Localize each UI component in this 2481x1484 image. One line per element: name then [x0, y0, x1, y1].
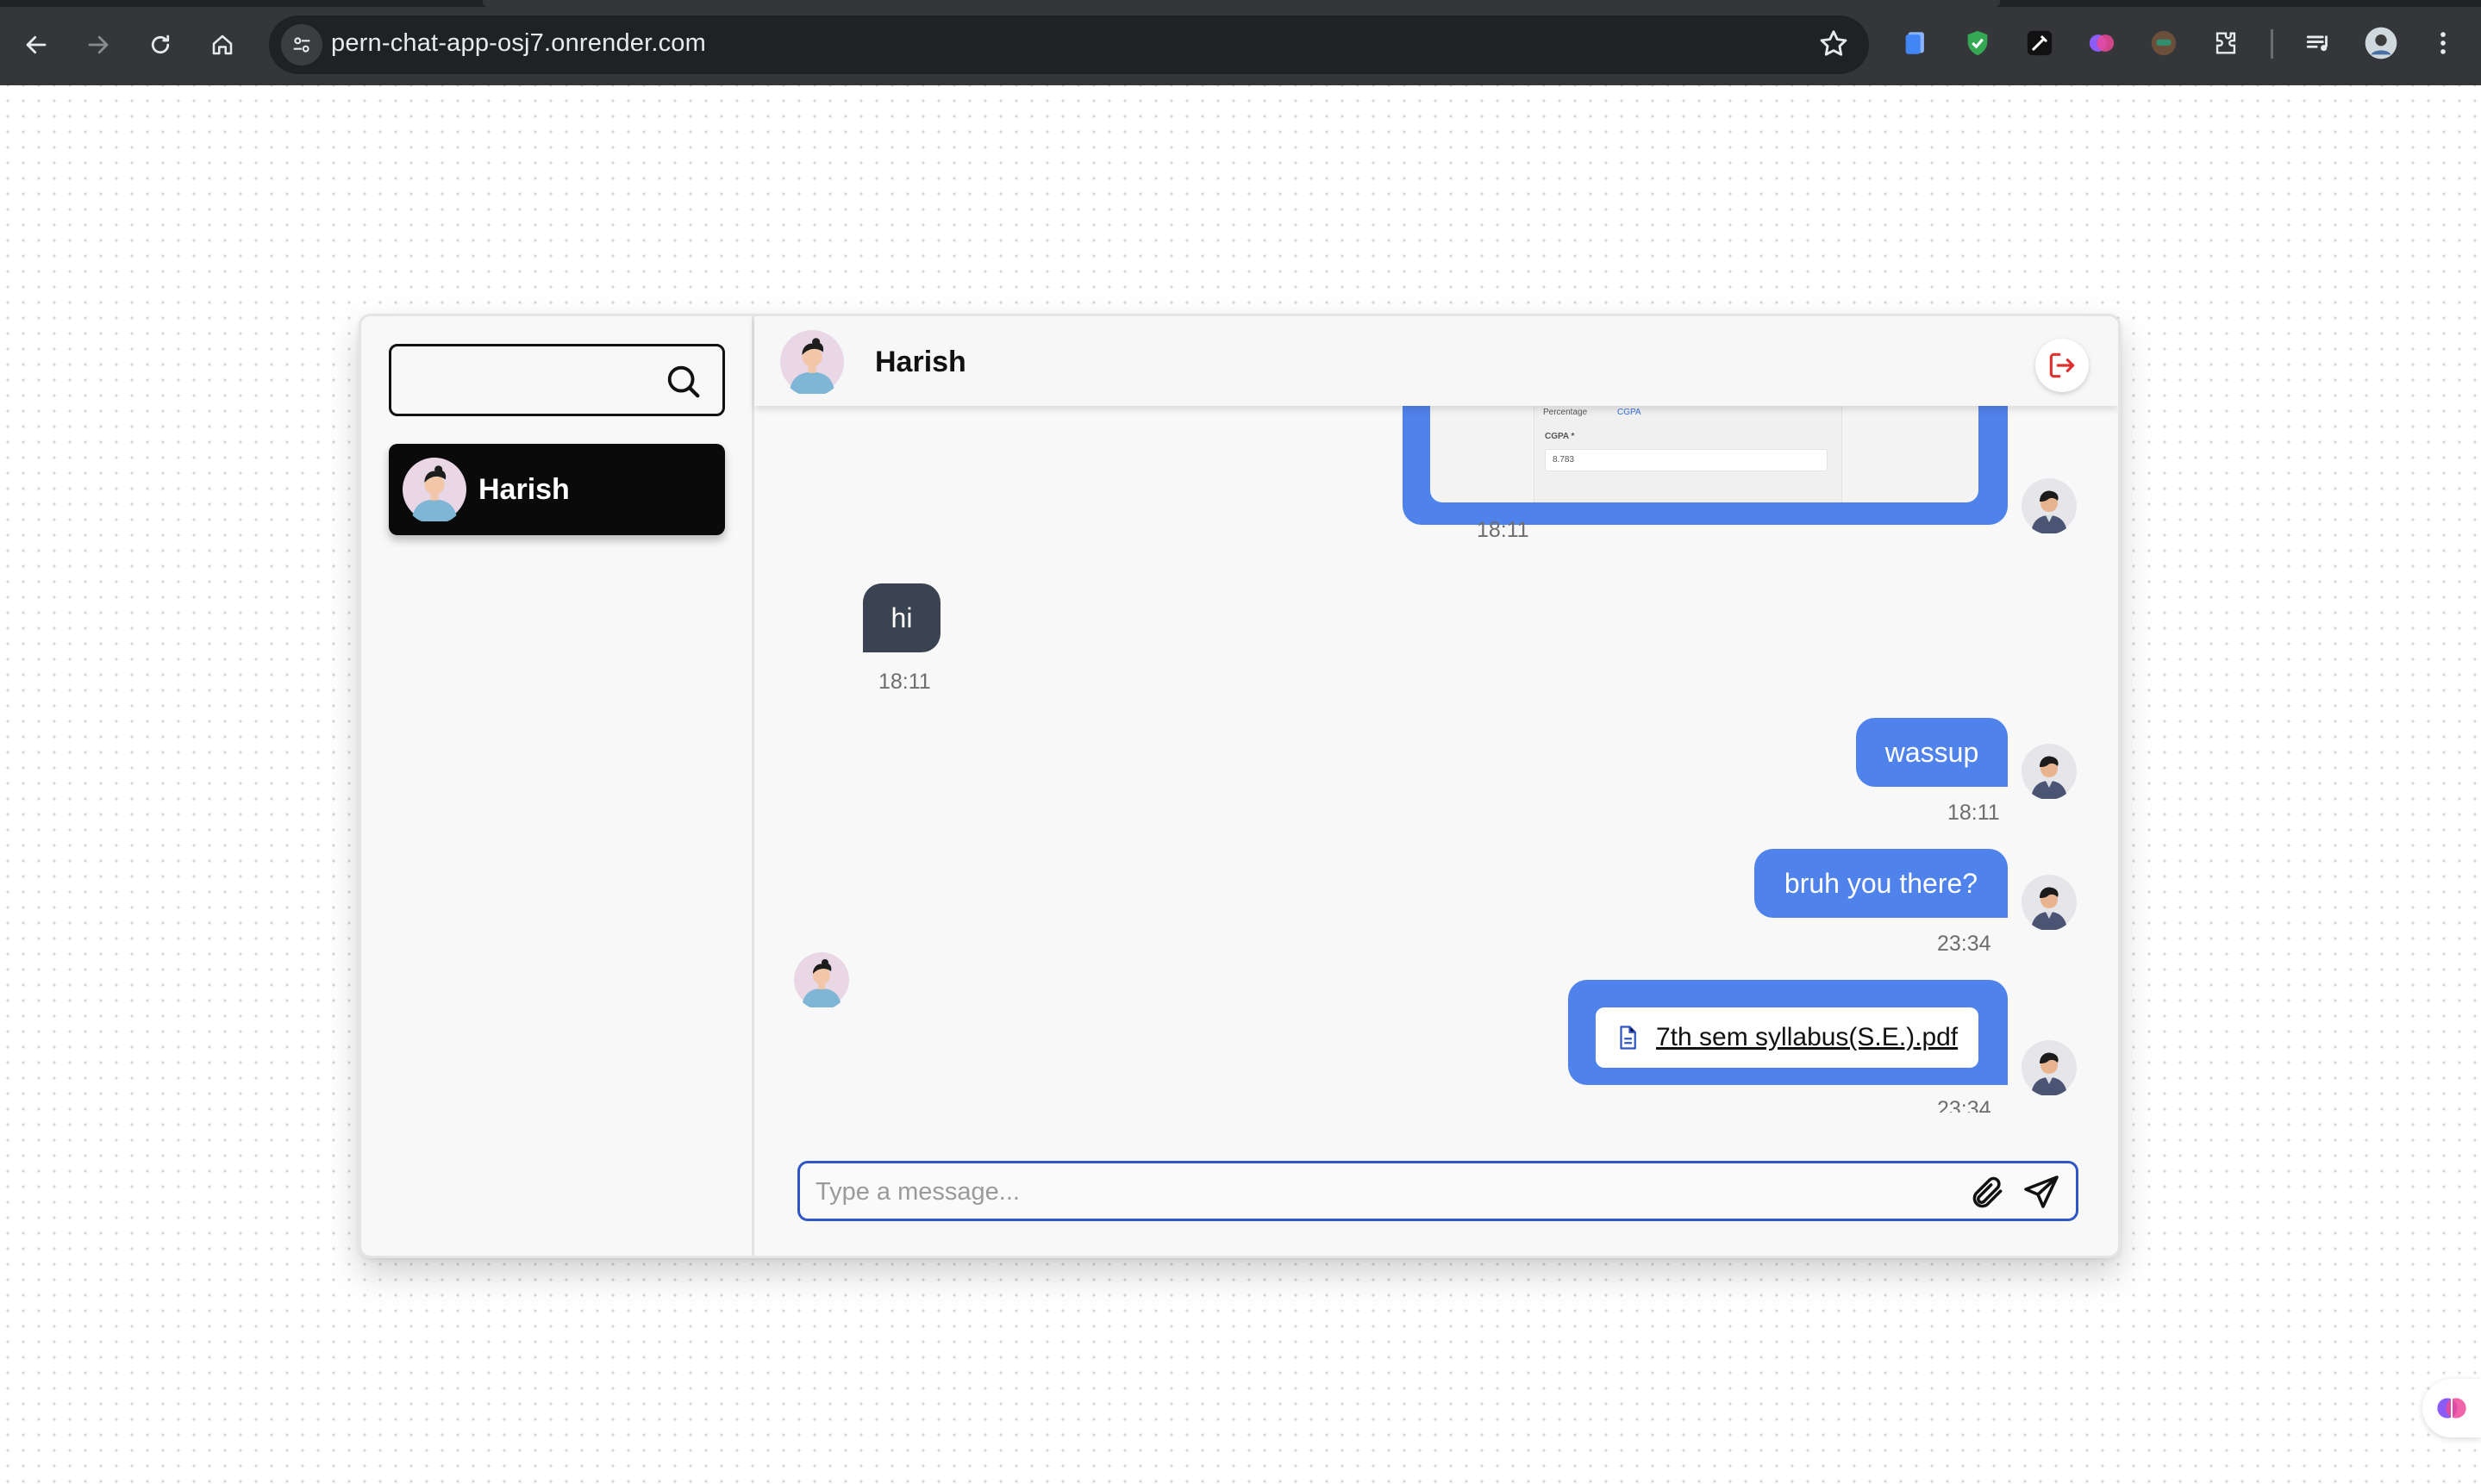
back-arrow-icon	[26, 35, 47, 54]
profile-button[interactable]	[2362, 24, 2400, 62]
sidebar: Harish	[361, 316, 754, 1256]
message-timestamp: 18:11	[1947, 801, 2000, 825]
bookmark-button[interactable]	[1817, 28, 1850, 65]
queue-music-icon	[2306, 35, 2328, 52]
image-message[interactable]: Percentage CGPA CGPA * 8.783	[1403, 406, 2008, 525]
my-avatar	[2022, 1040, 2077, 1095]
extensions-button[interactable]	[2207, 24, 2245, 62]
message-composer[interactable]	[797, 1161, 2078, 1221]
extension-brain[interactable]	[2083, 24, 2121, 62]
profile-avatar-icon	[2365, 27, 2397, 59]
active-tab-edge[interactable]	[483, 0, 2000, 7]
contact-avatar	[794, 952, 849, 1007]
message-timestamp: 18:11	[1477, 518, 1529, 542]
chat-partner-name: Harish	[875, 346, 966, 378]
extension-avatar[interactable]	[2145, 24, 2183, 62]
back-button[interactable]	[10, 19, 62, 71]
my-avatar	[2022, 478, 2077, 533]
paperclip-icon[interactable]	[1969, 1174, 2007, 1212]
toolbar-divider	[2271, 29, 2273, 59]
reload-icon	[151, 34, 170, 54]
file-document-icon	[1620, 1026, 1636, 1050]
contact-item-selected[interactable]: Harish	[389, 444, 725, 535]
extension-avatar-icon	[2151, 30, 2177, 56]
avatar	[403, 458, 466, 521]
extension-docs[interactable]	[1897, 24, 1934, 62]
address-bar[interactable]: pern-chat-app-osj7.onrender.com	[269, 16, 1869, 74]
tune-icon	[293, 37, 310, 53]
puzzle-icon	[2215, 32, 2236, 54]
outgoing-message-bubble[interactable]: bruh you there?	[1754, 849, 2008, 918]
chat-header: Harish	[754, 316, 2118, 406]
message-list[interactable]: Percentage CGPA CGPA * 8.783 18:11 hi 18…	[754, 406, 2118, 1113]
send-icon[interactable]	[2021, 1172, 2062, 1213]
file-attachment-link[interactable]: 7th sem syllabus(S.E.).pdf	[1596, 1007, 1978, 1068]
screenshot-form-panel: Percentage CGPA CGPA * 8.783	[1534, 406, 1842, 502]
search-input[interactable]	[403, 359, 666, 403]
media-controls-button[interactable]	[2300, 24, 2338, 62]
radio-cgpa-label: CGPA	[1617, 408, 1641, 417]
file-name[interactable]: 7th sem syllabus(S.E.).pdf	[1656, 1023, 1958, 1052]
logout-icon	[2049, 352, 2075, 378]
site-settings-button[interactable]	[281, 24, 322, 65]
my-avatar	[2022, 744, 2077, 799]
logout-button[interactable]	[2035, 339, 2089, 392]
cgpa-field-value: 8.783	[1553, 455, 1575, 465]
home-icon	[212, 34, 233, 55]
reload-button[interactable]	[134, 19, 186, 71]
forward-arrow-icon	[88, 35, 109, 54]
message-input[interactable]	[814, 1172, 1938, 1212]
message-timestamp: 18:11	[878, 670, 931, 694]
brain-icon	[2089, 34, 2115, 52]
chat-app-card: Harish Harish Percentage CGPA CGPA * 8.7…	[359, 314, 2121, 1258]
star-icon	[1820, 30, 1847, 56]
shield-check-icon	[1967, 30, 1988, 56]
radio-percentage-label: Percentage	[1543, 408, 1588, 417]
my-avatar	[2022, 875, 2077, 930]
eyedropper-icon	[2027, 30, 2053, 56]
url-text[interactable]: pern-chat-app-osj7.onrender.com	[331, 29, 706, 58]
forward-button[interactable]	[72, 19, 124, 71]
extension-eyedropper[interactable]	[2021, 24, 2059, 62]
file-message-bubble[interactable]: 7th sem syllabus(S.E.).pdf	[1568, 980, 2008, 1085]
cgpa-field-label: CGPA *	[1545, 432, 1575, 441]
avatar	[780, 330, 844, 394]
message-timestamp: 23:34	[1937, 1097, 1991, 1113]
message-text: hi	[891, 602, 913, 633]
more-vert-icon	[2440, 32, 2446, 54]
message-text: wassup	[1884, 736, 1979, 768]
browser-menu-button[interactable]	[2424, 24, 2462, 62]
outgoing-message-bubble[interactable]: wassup	[1856, 718, 2008, 787]
extension-shield[interactable]	[1959, 24, 1997, 62]
brain-icon	[2437, 1398, 2466, 1419]
home-button[interactable]	[197, 19, 248, 71]
message-timestamp: 23:34	[1937, 932, 1991, 956]
contact-name: Harish	[478, 473, 570, 506]
image-attachment[interactable]: Percentage CGPA CGPA * 8.783	[1430, 406, 1978, 502]
docs-extension-icon	[1905, 32, 1924, 54]
browser-toolbar: pern-chat-app-osj7.onrender.com	[0, 0, 2481, 85]
search-icon[interactable]	[664, 362, 703, 402]
chat-panel: Harish Percentage CGPA CGPA * 8.783 18:1…	[754, 316, 2118, 1256]
incoming-message-bubble[interactable]: hi	[863, 583, 941, 652]
floating-assistant-button[interactable]	[2422, 1379, 2481, 1437]
message-text: bruh you there?	[1784, 867, 1978, 899]
cgpa-field: 8.783	[1545, 449, 1828, 471]
search-box[interactable]	[389, 344, 725, 416]
